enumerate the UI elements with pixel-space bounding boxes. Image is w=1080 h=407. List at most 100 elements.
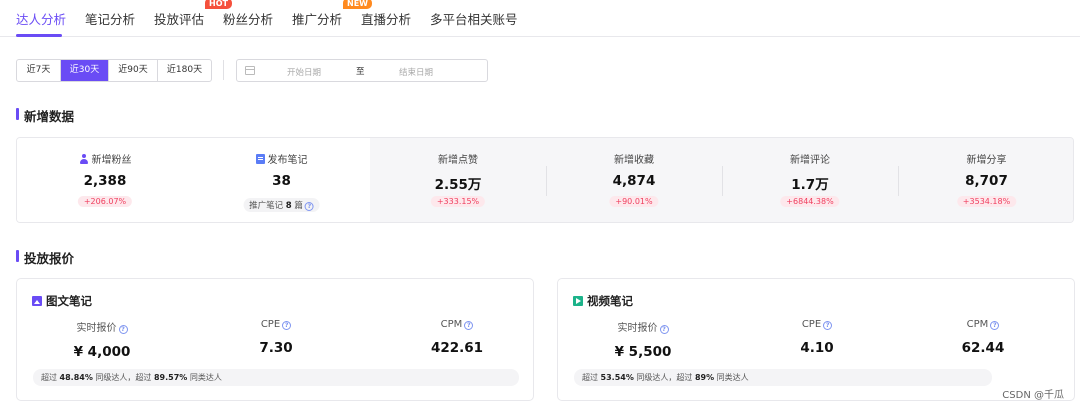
metric-label: CPM: [440, 319, 463, 330]
tab-multi-platform-accounts[interactable]: 多平台相关账号: [430, 9, 518, 28]
stat-new-fans: 新增粉丝 2,388 +206.07%: [17, 138, 193, 222]
tab-note-analysis[interactable]: 笔记分析: [85, 9, 135, 28]
summary-value: 89.57%: [153, 373, 188, 382]
stat-change-badge: +333.15%: [430, 196, 486, 207]
filter-divider: [223, 60, 224, 80]
stat-label: 发布笔记: [267, 155, 308, 166]
metric-value: ¥ 4,000: [73, 344, 131, 360]
promoted-notes-unit: 篇: [294, 201, 303, 211]
metric-realtime-price: 实时报价? ¥ 4,000: [17, 319, 187, 360]
stats-right-group: 新增点赞 2.55万 +333.15% 新增收藏 4,874 +90.01% 新…: [370, 138, 1073, 222]
help-icon[interactable]: ?: [823, 321, 833, 330]
stat-label: 新增粉丝: [91, 155, 132, 166]
ranking-summary: 超过 48.84% 同级达人，超过 89.57% 同类达人: [33, 369, 519, 386]
metric-label: 实时报价: [617, 323, 658, 334]
summary-value: 48.84%: [59, 373, 93, 382]
promoted-notes-label: 推广笔记: [249, 201, 284, 211]
ranking-summary: 超过 53.54% 同级达人，超过 89% 同类达人: [574, 369, 992, 386]
metric-value: 4.10: [800, 340, 834, 356]
range-90-days-button[interactable]: 近90天: [109, 60, 158, 81]
stat-value: 2,388: [83, 173, 127, 189]
watermark: CSDN @千瓜: [1002, 390, 1064, 401]
image-icon: [32, 296, 42, 306]
help-icon[interactable]: ?: [118, 325, 128, 334]
metric-value: ¥ 5,500: [614, 344, 672, 360]
stat-value: 38: [272, 173, 291, 189]
video-icon: [573, 296, 583, 306]
metric-label: CPM: [966, 319, 989, 330]
card-title: 视频笔记: [587, 294, 633, 308]
stat-published-notes: 发布笔记 38 推广笔记 8 篇?: [193, 138, 370, 222]
stat-new-collects: 新增收藏 4,874 +90.01%: [546, 138, 722, 222]
note-icon: [255, 154, 265, 164]
help-icon[interactable]: ?: [659, 325, 669, 334]
section-title-pricing: 投放报价: [16, 248, 74, 267]
stat-new-comments: 新增评论 1.7万 +6844.38%: [722, 138, 898, 222]
stat-label: 新增分享: [966, 155, 1007, 166]
help-icon[interactable]: ?: [282, 321, 292, 330]
card-title: 图文笔记: [46, 294, 92, 308]
new-badge: NEW: [343, 0, 372, 9]
promoted-notes-value: 8: [285, 201, 292, 211]
tab-influencer-analysis[interactable]: 达人分析: [16, 9, 66, 28]
metric-label: 实时报价: [76, 323, 117, 334]
user-icon: [79, 154, 89, 164]
stat-new-shares: 新增分享 8,707 +3534.18%: [898, 138, 1073, 222]
help-icon[interactable]: ?: [304, 202, 314, 211]
section-title-new-data: 新增数据: [16, 106, 74, 125]
metric-cpe: CPE? 7.30: [191, 319, 361, 356]
summary-value: 89%: [694, 373, 715, 382]
summary-text: 同类达人: [714, 373, 749, 382]
promoted-notes-count: 推广笔记 8 篇?: [243, 198, 320, 212]
image-note-card: 图文笔记 实时报价? ¥ 4,000 CPE? 7.30 CPM? 422.61…: [16, 278, 534, 401]
metric-cpm: CPM? 62.44: [898, 319, 1068, 356]
metric-label: CPE: [260, 319, 281, 330]
summary-text: 超过: [582, 373, 601, 382]
hot-badge: HOT: [205, 0, 232, 9]
metric-cpe: CPE? 4.10: [732, 319, 902, 356]
help-icon[interactable]: ?: [464, 321, 474, 330]
new-data-panel: 新增粉丝 2,388 +206.07% 发布笔记 38 推广笔记 8 篇? 新增…: [16, 137, 1074, 223]
summary-text: 同级达人，超过: [633, 373, 695, 382]
stat-value: 2.55万: [434, 177, 482, 193]
metric-value: 7.30: [259, 340, 293, 356]
stat-label: 新增收藏: [614, 155, 654, 166]
tab-live-analysis[interactable]: 直播分析: [361, 9, 411, 28]
stat-value: 1.7万: [791, 177, 829, 193]
metric-cpm: CPM? 422.61: [372, 319, 542, 356]
stats-left-group: 新增粉丝 2,388 +206.07% 发布笔记 38 推广笔记 8 篇?: [17, 138, 370, 222]
stat-change-badge: +206.07%: [77, 196, 133, 207]
date-range-picker[interactable]: 开始日期 至 结束日期: [236, 59, 488, 82]
top-tabs: 达人分析 笔记分析 投放评估 HOT 粉丝分析 推广分析 NEW 直播分析 多平…: [0, 0, 1080, 37]
video-note-card: 视频笔记 实时报价? ¥ 5,500 CPE? 4.10 CPM? 62.44 …: [557, 278, 1075, 401]
tab-promotion-analysis[interactable]: 推广分析: [292, 9, 342, 28]
date-separator: 至: [356, 67, 365, 77]
metric-value: 422.61: [430, 340, 484, 356]
stat-change-badge: +6844.38%: [780, 196, 840, 207]
metric-label: CPE: [801, 319, 822, 330]
end-date-input[interactable]: 结束日期: [399, 66, 433, 78]
stat-value: 4,874: [612, 173, 656, 189]
range-180-days-button[interactable]: 近180天: [158, 60, 211, 81]
help-icon[interactable]: ?: [990, 321, 1000, 330]
range-7-days-button[interactable]: 近7天: [17, 60, 61, 81]
calendar-icon: [245, 66, 255, 75]
stat-label: 新增点赞: [438, 155, 478, 166]
stat-change-badge: +90.01%: [609, 196, 659, 207]
tab-campaign-evaluation[interactable]: 投放评估: [154, 9, 204, 28]
metric-realtime-price: 实时报价? ¥ 5,500: [558, 319, 728, 360]
start-date-input[interactable]: 开始日期: [287, 66, 321, 78]
summary-text: 同类达人: [187, 373, 222, 382]
metric-value: 62.44: [961, 340, 1005, 356]
summary-text: 同级达人，超过: [92, 373, 154, 382]
stat-label: 新增评论: [790, 155, 830, 166]
stat-change-badge: +3534.18%: [956, 196, 1017, 207]
active-tab-indicator: [16, 34, 62, 37]
tab-fan-analysis[interactable]: 粉丝分析: [223, 9, 273, 28]
summary-value: 53.54%: [600, 373, 634, 382]
range-30-days-button[interactable]: 近30天: [61, 60, 109, 81]
stat-new-likes: 新增点赞 2.55万 +333.15%: [370, 138, 546, 222]
date-range-buttons: 近7天 近30天 近90天 近180天: [16, 59, 212, 82]
stat-value: 8,707: [965, 173, 1008, 189]
summary-text: 超过: [41, 373, 60, 382]
